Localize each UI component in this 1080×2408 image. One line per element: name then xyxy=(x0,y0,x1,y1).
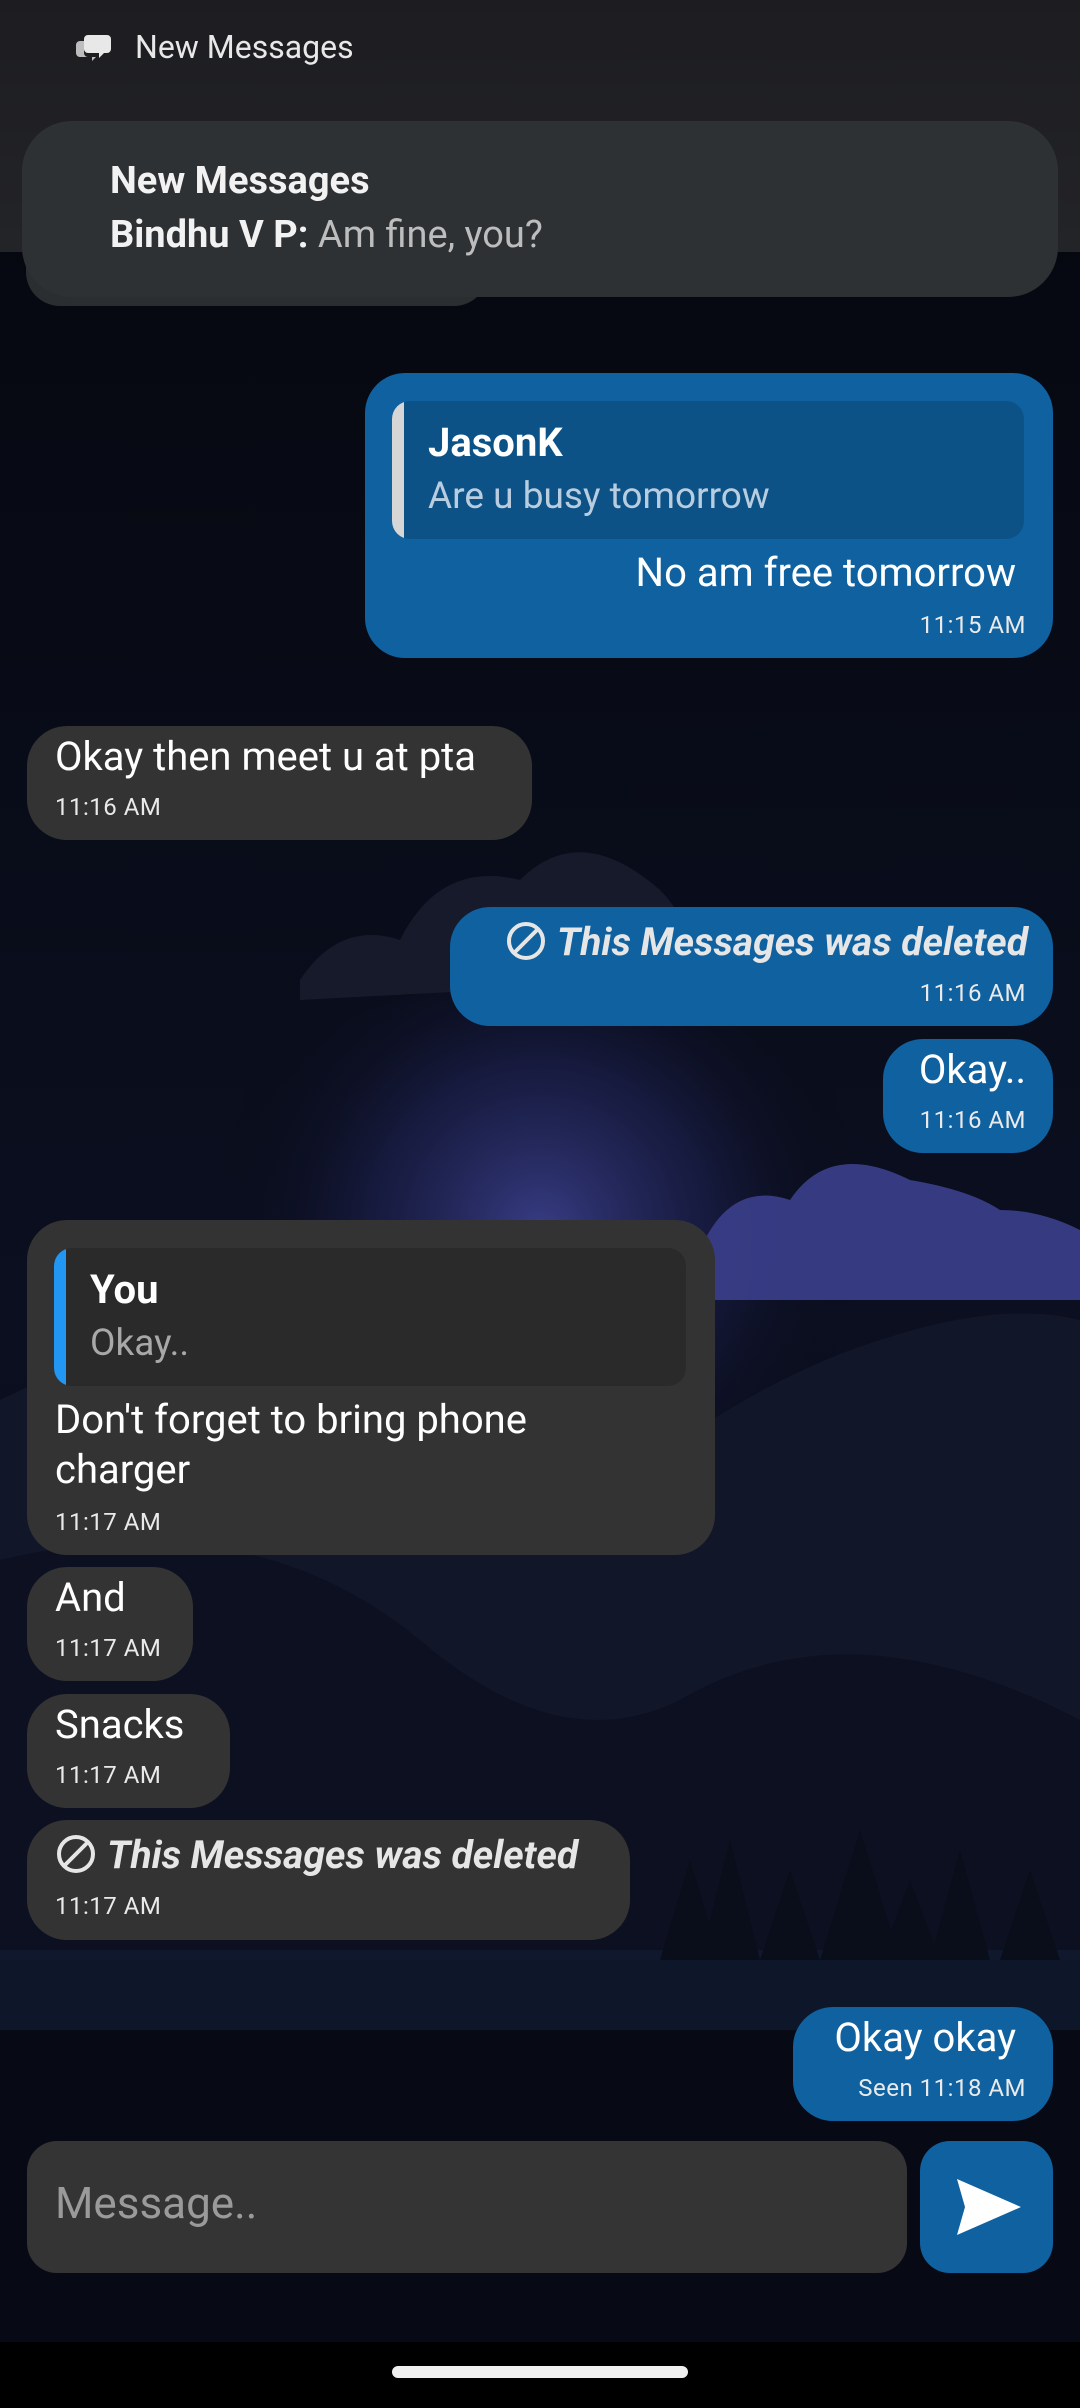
message-time: 11:17 AM xyxy=(55,1892,162,1920)
blocked-icon xyxy=(57,1834,95,1873)
message-bubble-received[interactable]: Okay then meet u at pta 11:16 AM xyxy=(27,726,532,840)
message-time: 11:17 AM xyxy=(55,1761,162,1789)
reply-text: Okay.. xyxy=(90,1322,190,1365)
message-text: Okay.. xyxy=(918,1046,1026,1093)
reply-author: JasonK xyxy=(428,419,563,466)
home-gesture-handle[interactable] xyxy=(392,2366,688,2378)
blocked-icon xyxy=(506,921,545,960)
message-text: And xyxy=(55,1574,126,1621)
deleted-message-text: This Messages was deleted xyxy=(107,1832,579,1878)
message-bubble-sent[interactable]: Okay.. 11:16 AM xyxy=(883,1039,1053,1153)
message-bubble-deleted-sent[interactable]: This Messages was deleted 11:16 AM xyxy=(450,907,1053,1026)
message-input[interactable]: Message.. xyxy=(27,2141,907,2273)
deleted-message: This Messages was deleted xyxy=(505,919,1028,966)
message-seen-time: Seen 11:18 AM xyxy=(858,2074,1026,2102)
notification-app-title: New Messages xyxy=(135,28,354,66)
reply-quote[interactable]: You Okay.. xyxy=(54,1248,686,1386)
notification-preview: Bindhu V P: Am fine, you? xyxy=(110,213,543,257)
deleted-message-text: This Messages was deleted xyxy=(556,919,1028,965)
message-time: 11:16 AM xyxy=(919,979,1026,1007)
notification-title: New Messages xyxy=(110,159,370,203)
message-text-line-2: charger xyxy=(55,1446,191,1493)
message-text-line-1: Don't forget to bring phone xyxy=(55,1396,527,1443)
heads-up-notification[interactable]: New Messages Bindhu V P: Am fine, you? xyxy=(22,121,1058,297)
message-bubble-sent[interactable]: JasonK Are u busy tomorrow No am free to… xyxy=(365,373,1053,658)
message-time: 11:16 AM xyxy=(919,1106,1026,1134)
send-icon xyxy=(957,2179,1021,2235)
reply-quote[interactable]: JasonK Are u busy tomorrow xyxy=(392,401,1024,539)
chat-bubble-icon xyxy=(76,35,111,61)
notification-sender: Bindhu V P: xyxy=(110,213,309,257)
message-input-placeholder: Message.. xyxy=(55,2177,258,2229)
message-text: Snacks xyxy=(55,1701,185,1748)
message-bubble-sent[interactable]: Okay okay Seen 11:18 AM xyxy=(793,2007,1053,2121)
message-time: 11:15 AM xyxy=(919,611,1026,639)
message-time: 11:16 AM xyxy=(55,793,162,821)
message-text: Okay okay xyxy=(834,2014,1016,2061)
message-bubble-deleted-received[interactable]: This Messages was deleted 11:17 AM xyxy=(27,1820,630,1940)
message-time: 11:17 AM xyxy=(55,1508,162,1536)
reply-text: Are u busy tomorrow xyxy=(428,475,770,518)
message-bubble-received[interactable]: You Okay.. Don't forget to bring phone c… xyxy=(27,1220,715,1555)
message-text: No am free tomorrow xyxy=(635,549,1016,596)
message-text: Okay then meet u at pta xyxy=(55,733,476,780)
reply-author: You xyxy=(90,1266,159,1313)
message-time: 11:17 AM xyxy=(55,1634,162,1662)
notification-text: Am fine, you? xyxy=(308,213,543,257)
message-bubble-received[interactable]: Snacks 11:17 AM xyxy=(27,1694,230,1808)
send-button[interactable] xyxy=(920,2141,1053,2273)
message-bubble-received[interactable]: And 11:17 AM xyxy=(27,1567,193,1681)
deleted-message: This Messages was deleted xyxy=(55,1832,578,1879)
